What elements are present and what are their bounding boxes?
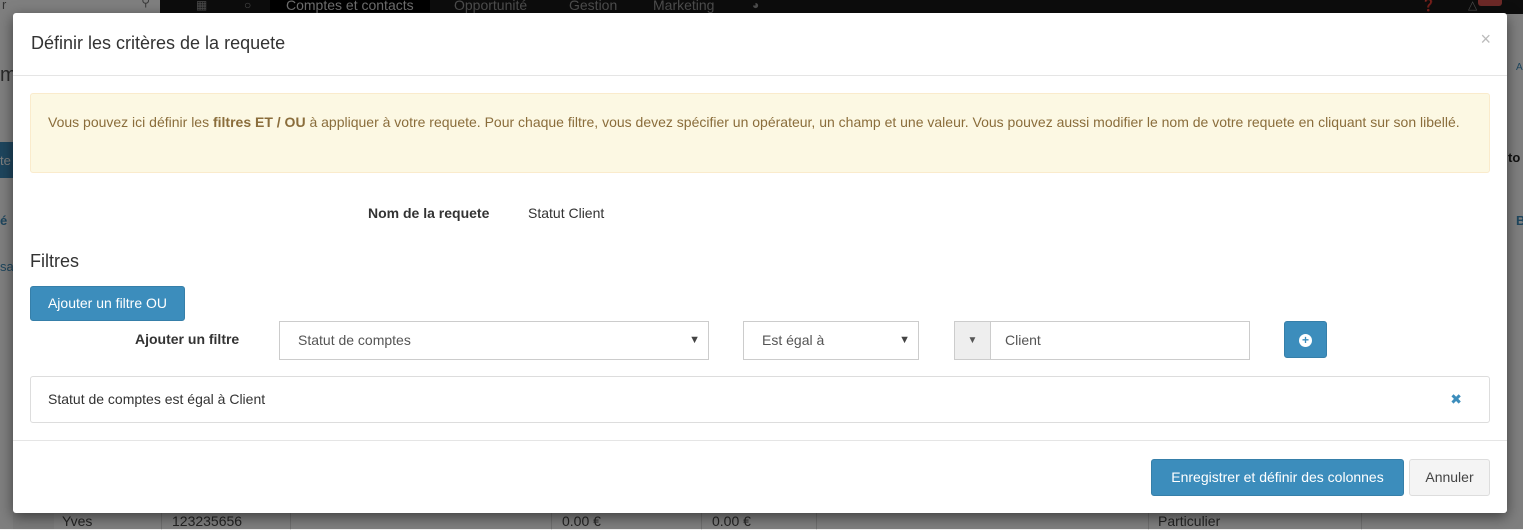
add-or-filter-button[interactable]: Ajouter un filtre OU [30,286,185,321]
field-select-value: Statut de comptes [298,332,411,348]
remove-filter-icon[interactable]: ✖ [1450,377,1462,422]
modal-header: Définir les critères de la requete × [13,13,1507,76]
modal-footer: Enregistrer et définir des colonnes Annu… [13,440,1507,513]
dropdown-caret-icon: ▼ [689,334,700,346]
field-select[interactable]: Statut de comptes ▼ [279,321,709,360]
query-name-value[interactable]: Statut Client [528,205,604,221]
operator-select-value: Est égal à [762,332,825,348]
cancel-button[interactable]: Annuler [1409,459,1490,496]
filters-heading: Filtres [30,251,79,271]
caret-down-icon: ▼ [967,335,978,346]
operator-select[interactable]: Est égal à ▼ [743,321,919,360]
query-name-label: Nom de la requete [368,205,490,221]
query-criteria-modal: Définir les critères de la requete × Vou… [13,13,1507,513]
alert-text-before: Vous pouvez ici définir les [48,114,213,130]
plus-circle-icon: + [1299,334,1312,348]
value-dropdown-toggle[interactable]: ▼ [954,321,991,360]
add-filter-label: Ajouter un filtre [135,331,240,347]
filter-item-text: Statut de comptes est égal à Client [48,391,266,407]
alert-text-bold: filtres ET / OU [212,114,306,130]
filter-value-input[interactable]: Client [990,321,1250,360]
info-alert: Vous pouvez ici définir les filtres ET /… [30,93,1490,173]
dropdown-caret-icon: ▼ [899,334,910,346]
add-filter-button[interactable]: + [1284,321,1327,358]
alert-text-after: à appliquer à votre requete. Pour chaque… [305,114,1460,130]
filter-item: Statut de comptes est égal à Client ✖ [30,376,1490,423]
modal-title: Définir les critères de la requete [31,33,286,53]
close-icon[interactable]: × [1480,29,1491,50]
save-and-define-columns-button[interactable]: Enregistrer et définir des colonnes [1151,459,1404,496]
